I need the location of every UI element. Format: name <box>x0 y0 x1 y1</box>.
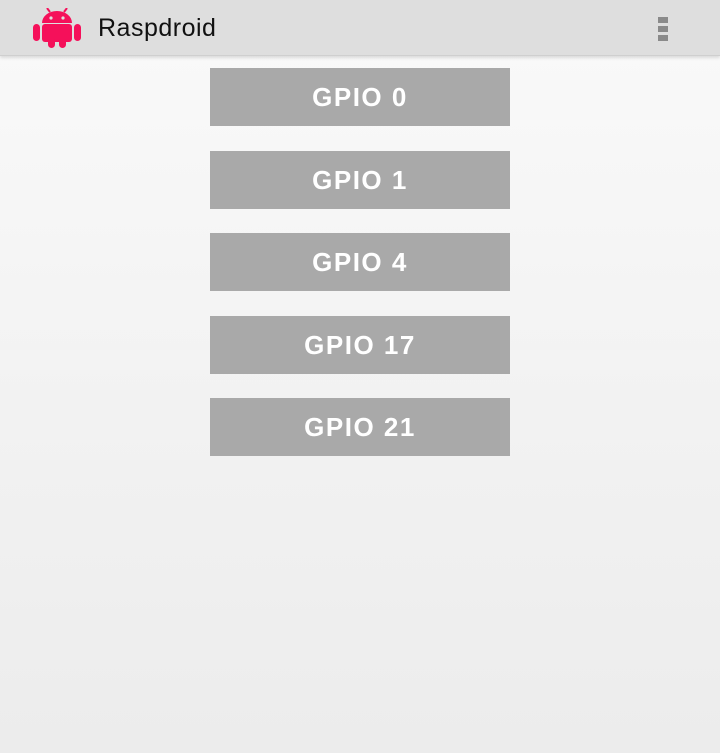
gpio-1-button[interactable]: GPIO 1 <box>210 150 510 209</box>
gpio-4-button[interactable]: GPIO 4 <box>210 233 510 291</box>
gpio-17-button[interactable]: GPIO 17 <box>210 315 510 374</box>
action-bar: Raspdroid <box>0 0 720 56</box>
android-robot-icon[interactable] <box>31 7 83 48</box>
overflow-menu-icon[interactable] <box>646 10 680 46</box>
gpio-0-button[interactable]: GPIO 0 <box>210 68 510 126</box>
overflow-dot <box>658 26 668 32</box>
gpio-21-button[interactable]: GPIO 21 <box>210 398 510 456</box>
gpio-button-list: GPIO 0 GPIO 1 GPIO 4 GPIO 17 GPIO 21 <box>210 68 510 481</box>
app-title: Raspdroid <box>98 14 217 42</box>
overflow-dot <box>658 17 668 23</box>
overflow-dot <box>658 35 668 41</box>
